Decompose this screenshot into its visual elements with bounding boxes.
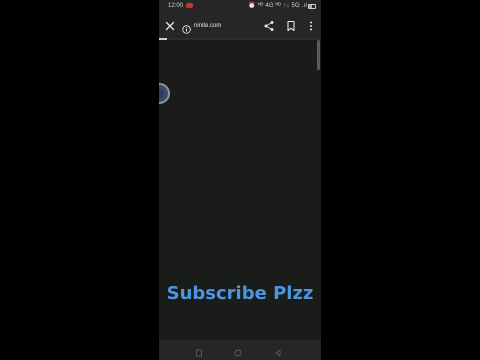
browser-toolbar: ninite.com xyxy=(159,12,321,38)
recents-icon[interactable] xyxy=(194,345,204,357)
subscribe-caption: Subscribe Plzz xyxy=(166,283,314,304)
more-vert-icon[interactable] xyxy=(305,19,317,31)
system-nav-bar xyxy=(159,340,321,360)
recording-indicator xyxy=(186,3,193,8)
url-text[interactable]: ninite.com xyxy=(194,20,221,32)
floating-bubble-icon[interactable] xyxy=(159,83,170,104)
status-bar: 12:00 ⏰ ᴴᴰ 4G ᴴᴰ ↑↓ 5G .ıl xyxy=(159,0,321,12)
home-circle-icon[interactable] xyxy=(233,345,243,357)
back-triangle-icon[interactable] xyxy=(273,345,283,357)
bookmark-icon[interactable] xyxy=(285,19,297,32)
share-icon[interactable] xyxy=(263,19,275,31)
close-icon[interactable] xyxy=(164,19,176,31)
info-icon[interactable] xyxy=(182,21,191,34)
battery-icon xyxy=(308,3,316,9)
scrollbar[interactable] xyxy=(317,40,320,70)
status-indicators: ⏰ ᴴᴰ 4G ᴴᴰ ↑↓ 5G .ıl xyxy=(248,3,307,9)
status-time: 12:00 xyxy=(168,3,184,9)
battery-level xyxy=(309,4,313,8)
